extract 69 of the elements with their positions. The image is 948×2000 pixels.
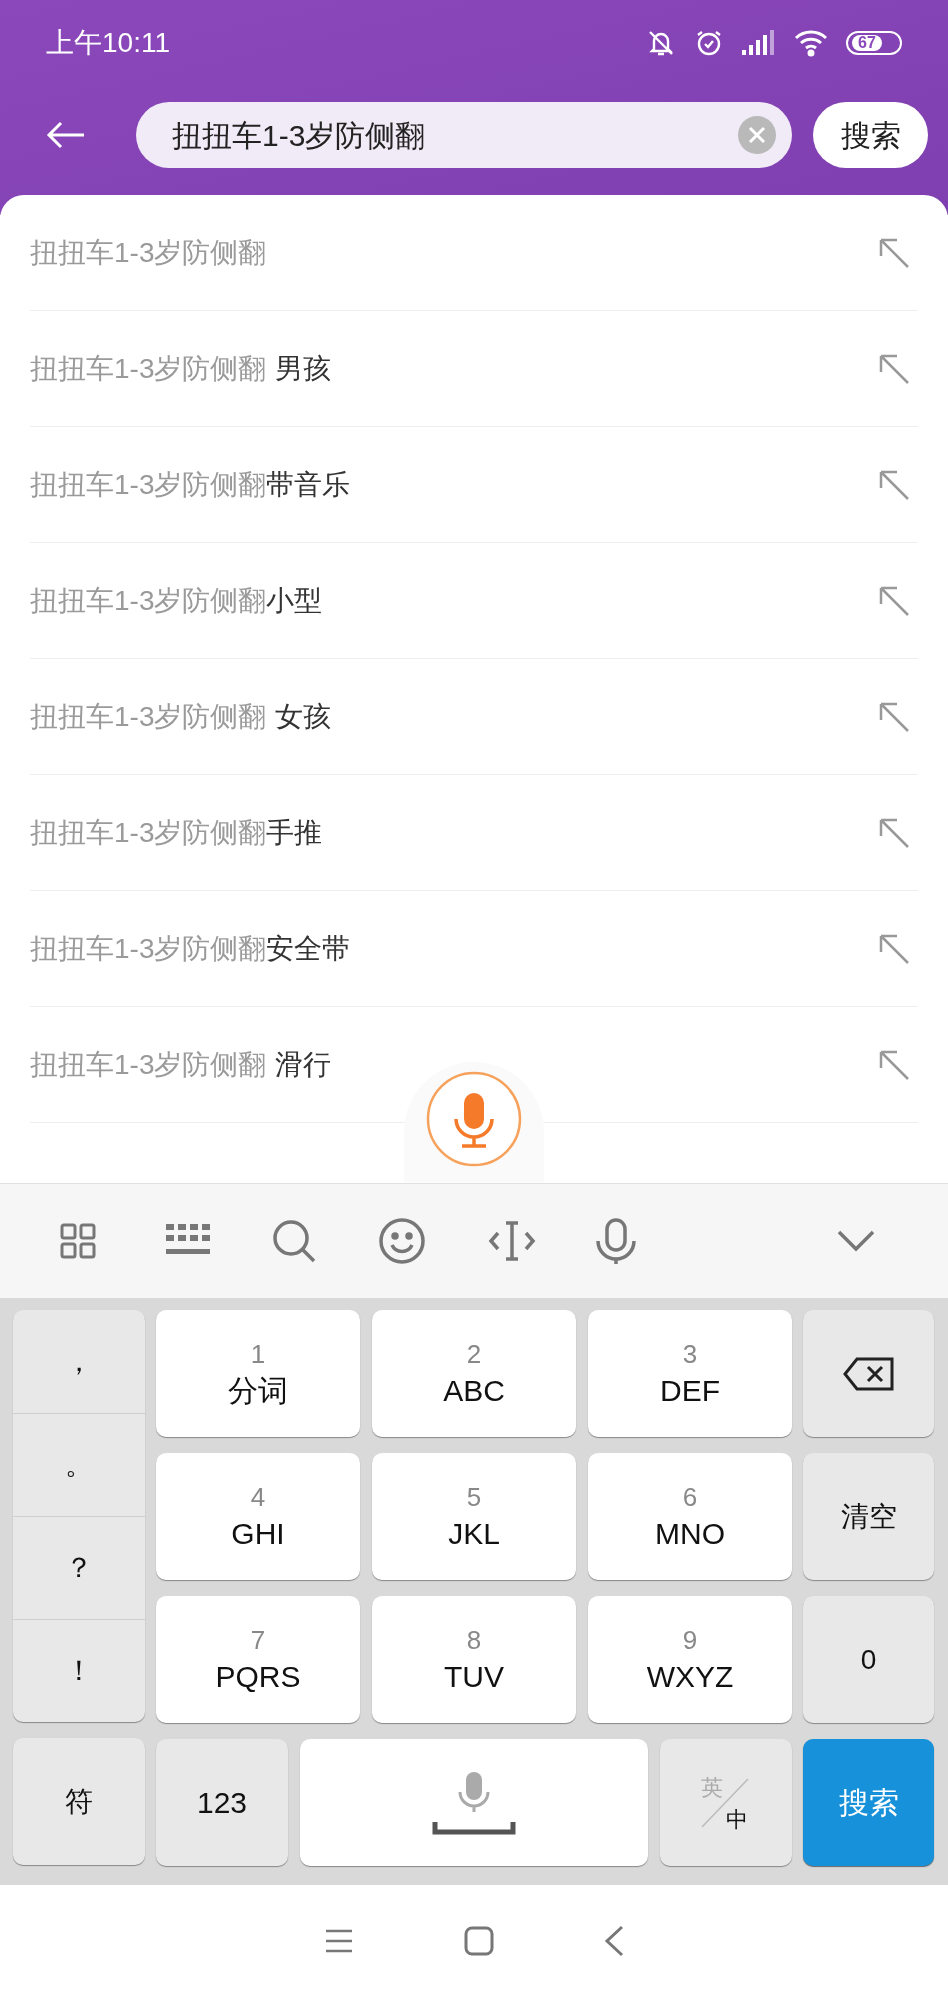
suggestion-suffix: 小型	[266, 583, 323, 618]
slash-icon	[700, 1777, 750, 1829]
battery-icon: 67	[846, 31, 902, 55]
suggestion-query: 扭扭车1-3岁防侧翻	[30, 815, 267, 850]
fill-arrow-icon[interactable]	[878, 816, 910, 849]
letter-key[interactable]: 1 分词	[156, 1310, 360, 1437]
punctuation-key[interactable]: 。	[13, 1413, 145, 1516]
back-arrow-icon[interactable]	[46, 120, 86, 150]
suggestion-item[interactable]: 扭扭车1-3岁防侧翻 女孩	[30, 659, 918, 775]
suggestion-suffix: 滑行	[275, 1047, 332, 1082]
letter-key[interactable]: 8 TUV	[372, 1596, 576, 1723]
suggestion-item[interactable]: 扭扭车1-3岁防侧翻小型	[30, 543, 918, 659]
letter-key[interactable]: 3 DEF	[588, 1310, 792, 1437]
home-square-icon[interactable]	[464, 1926, 494, 1956]
fill-arrow-icon[interactable]	[878, 352, 910, 385]
microphone-icon[interactable]	[594, 1217, 638, 1265]
search-icon[interactable]	[272, 1219, 316, 1263]
fill-arrow-icon[interactable]	[878, 700, 910, 733]
symbols-key[interactable]: 符	[13, 1738, 145, 1865]
suggestion-suffix: 安全带	[266, 931, 351, 966]
fill-arrow-icon[interactable]	[878, 584, 910, 617]
suggestion-item[interactable]: 扭扭车1-3岁防侧翻手推	[30, 775, 918, 891]
letter-key[interactable]: 9 WXYZ	[588, 1596, 792, 1723]
letter-key[interactable]: 2 ABC	[372, 1310, 576, 1437]
suggestion-suffix: 女孩	[275, 699, 332, 734]
suggestion-suffix: 带音乐	[266, 467, 351, 502]
microphone-space-icon	[432, 1769, 516, 1836]
suggestion-query: 扭扭车1-3岁防侧翻	[30, 351, 267, 386]
back-chevron-icon[interactable]	[604, 1925, 624, 1957]
letter-key[interactable]: 6 MNO	[588, 1453, 792, 1580]
grid-icon[interactable]	[60, 1223, 96, 1259]
clear-key[interactable]: 清空	[803, 1453, 934, 1580]
letter-key[interactable]: 4 GHI	[156, 1453, 360, 1580]
fill-arrow-icon[interactable]	[878, 932, 910, 965]
signal-icon	[742, 30, 776, 56]
space-key[interactable]	[300, 1739, 648, 1866]
suggestion-suffix: 手推	[266, 815, 323, 850]
status-time: 上午10:11	[46, 26, 170, 60]
suggestion-query: 扭扭车1-3岁防侧翻	[30, 931, 267, 966]
suggestion-query: 扭扭车1-3岁防侧翻	[30, 235, 267, 270]
zero-key[interactable]: 0	[803, 1596, 934, 1723]
text-cursor-icon[interactable]	[488, 1219, 536, 1263]
backspace-icon	[842, 1355, 895, 1392]
suggestion-suffix: 男孩	[275, 351, 332, 386]
suggestion-query: 扭扭车1-3岁防侧翻	[30, 467, 267, 502]
backspace-key[interactable]	[803, 1310, 934, 1437]
language-switch-key[interactable]: 英 中	[660, 1739, 792, 1866]
punctuation-key[interactable]: ？	[13, 1516, 145, 1619]
suggestion-item[interactable]: 扭扭车1-3岁防侧翻安全带	[30, 891, 918, 1007]
microphone-button[interactable]	[426, 1071, 522, 1167]
suggestion-item[interactable]: 扭扭车1-3岁防侧翻 男孩	[30, 311, 918, 427]
suggestion-query: 扭扭车1-3岁防侧翻	[30, 699, 267, 734]
punctuation-key[interactable]: ，	[13, 1310, 145, 1413]
fill-arrow-icon[interactable]	[878, 468, 910, 501]
search-field[interactable]: 扭扭车1-3岁防侧翻	[136, 102, 792, 168]
numbers-key[interactable]: 123	[156, 1739, 288, 1866]
letter-key[interactable]: 7 PQRS	[156, 1596, 360, 1723]
punctuation-key[interactable]: ！	[13, 1619, 145, 1722]
collapse-chevron-icon[interactable]	[836, 1229, 876, 1253]
fill-arrow-icon[interactable]	[878, 1048, 910, 1081]
search-button[interactable]: 搜索	[813, 102, 928, 168]
suggestion-item[interactable]: 扭扭车1-3岁防侧翻带音乐	[30, 427, 918, 543]
fill-arrow-icon[interactable]	[878, 236, 910, 269]
letter-key[interactable]: 5 JKL	[372, 1453, 576, 1580]
smiley-icon[interactable]	[378, 1217, 426, 1265]
suggestion-query: 扭扭车1-3岁防侧翻	[30, 1047, 267, 1082]
suggestion-query: 扭扭车1-3岁防侧翻	[30, 583, 267, 618]
wifi-icon	[794, 29, 828, 57]
menu-icon[interactable]	[324, 1928, 354, 1954]
